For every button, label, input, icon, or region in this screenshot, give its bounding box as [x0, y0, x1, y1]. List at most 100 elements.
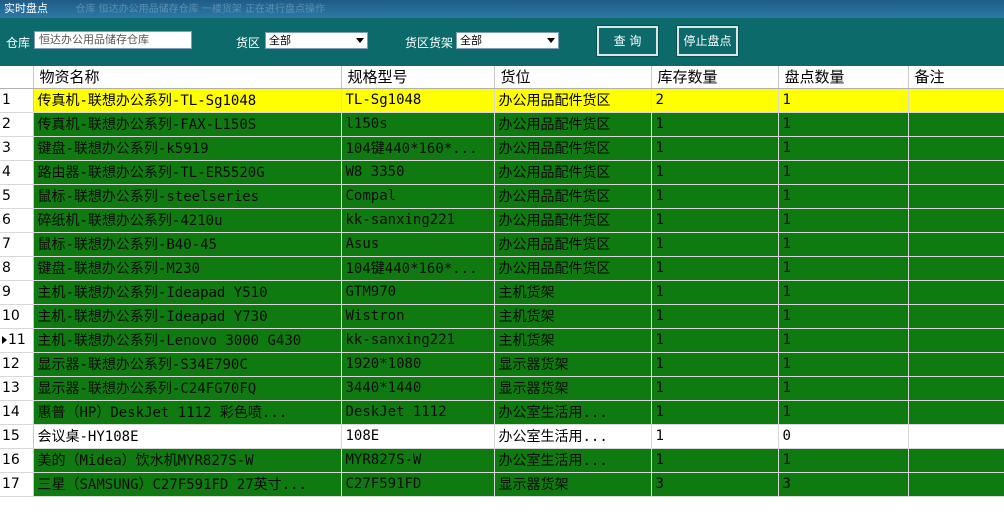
cell-location[interactable]: 办公用品配件货区 — [494, 160, 652, 185]
table-row[interactable]: 17 三星（SAMSUNG）C27F591FD 27英寸... C27F591FD 显… — [0, 472, 1004, 497]
cell-stock[interactable]: 1 — [651, 160, 779, 185]
cell-count[interactable]: 3 — [778, 472, 909, 497]
cell-stock[interactable]: 1 — [651, 208, 779, 233]
cell-spec[interactable]: Wistron — [341, 304, 495, 329]
row-number[interactable]: 2 — [0, 112, 34, 137]
cell-note[interactable] — [908, 472, 1004, 497]
cell-name[interactable]: 显示器-联想办公系列-C24FG70FQ — [33, 376, 342, 401]
stop-inventory-button[interactable]: 停止盘点 — [676, 25, 739, 57]
cell-note[interactable] — [908, 112, 1004, 137]
cell-stock[interactable]: 1 — [651, 280, 779, 305]
cell-count[interactable]: 1 — [778, 328, 909, 353]
cell-location[interactable]: 显示器货架 — [494, 472, 652, 497]
cell-stock[interactable]: 1 — [651, 328, 779, 353]
cell-name[interactable]: 传真机-联想办公系列-TL-Sg1048 — [33, 88, 342, 113]
cell-location[interactable]: 主机货架 — [494, 328, 652, 353]
cell-spec[interactable]: MYR827S-W — [341, 448, 495, 473]
cell-count[interactable]: 1 — [778, 112, 909, 137]
cell-count[interactable]: 1 — [778, 352, 909, 377]
cell-note[interactable] — [908, 280, 1004, 305]
table-row[interactable]: 3 键盘-联想办公系列-k5919 104键440*160*... 办公用品配件货区 1… — [0, 136, 1004, 161]
cell-spec[interactable]: kk-sanxing221 — [341, 208, 495, 233]
column-header-note[interactable]: 备注 — [908, 66, 1004, 89]
cell-note[interactable] — [908, 352, 1004, 377]
cell-spec[interactable]: C27F591FD — [341, 472, 495, 497]
row-number[interactable]: 16 — [0, 448, 34, 473]
query-button[interactable]: 查 询 — [596, 25, 659, 57]
cell-name[interactable]: 惠普（HP）DeskJet 1112 彩色喷... — [33, 400, 342, 425]
cell-note[interactable] — [908, 184, 1004, 209]
cell-name[interactable]: 主机-联想办公系列-Ideapad Y510 — [33, 280, 342, 305]
row-number[interactable]: 5 — [0, 184, 34, 209]
cell-name[interactable]: 主机-联想办公系列-Lenovo 3000 G430 — [33, 328, 342, 353]
cell-count[interactable]: 1 — [778, 136, 909, 161]
column-header-stock[interactable]: 库存数量 — [651, 66, 779, 89]
table-row[interactable]: 2 传真机-联想办公系列-FAX-L150S l150s 办公用品配件货区 1 1 — [0, 112, 1004, 137]
cell-name[interactable]: 会议桌-HY108E — [33, 424, 342, 449]
cell-name[interactable]: 碎纸机-联想办公系列-4210u — [33, 208, 342, 233]
row-number[interactable]: 7 — [0, 232, 34, 257]
cell-count[interactable]: 1 — [778, 184, 909, 209]
row-number[interactable]: 6 — [0, 208, 34, 233]
table-row[interactable]: 12 显示器-联想办公系列-S34E790C 1920*1080 显示器货架 1 1 — [0, 352, 1004, 377]
row-number[interactable]: 11 — [0, 328, 34, 353]
row-number[interactable]: 9 — [0, 280, 34, 305]
cell-stock[interactable]: 1 — [651, 232, 779, 257]
column-header-location[interactable]: 货位 — [494, 66, 652, 89]
cell-spec[interactable]: TL-Sg1048 — [341, 88, 495, 113]
cell-location[interactable]: 主机货架 — [494, 280, 652, 305]
cell-location[interactable]: 办公用品配件货区 — [494, 256, 652, 281]
cell-location[interactable]: 办公室生活用... — [494, 448, 652, 473]
cell-spec[interactable]: kk-sanxing221 — [341, 328, 495, 353]
cell-note[interactable] — [908, 136, 1004, 161]
cell-stock[interactable]: 1 — [651, 304, 779, 329]
cell-name[interactable]: 三星（SAMSUNG）C27F591FD 27英寸... — [33, 472, 342, 497]
cell-stock[interactable]: 1 — [651, 376, 779, 401]
cell-count[interactable]: 1 — [778, 208, 909, 233]
cell-note[interactable] — [908, 424, 1004, 449]
inventory-grid[interactable]: 物资名称 规格型号 货位 库存数量 盘点数量 备注 1 传真机-联想办公系列-TL… — [0, 66, 1004, 532]
cell-note[interactable] — [908, 208, 1004, 233]
cell-count[interactable]: 1 — [778, 88, 909, 113]
cell-spec[interactable]: 104键440*160*... — [341, 256, 495, 281]
cell-spec[interactable]: Compal — [341, 184, 495, 209]
table-row[interactable]: 7 鼠标-联想办公系列-B40-45 Asus 办公用品配件货区 1 1 — [0, 232, 1004, 257]
cell-location[interactable]: 办公室生活用... — [494, 400, 652, 425]
table-row[interactable]: 5 鼠标-联想办公系列-steelseries Compal 办公用品配件货区 1 1 — [0, 184, 1004, 209]
cell-note[interactable] — [908, 160, 1004, 185]
cell-stock[interactable]: 1 — [651, 424, 779, 449]
cell-count[interactable]: 1 — [778, 160, 909, 185]
row-number[interactable]: 15 — [0, 424, 34, 449]
row-number[interactable]: 17 — [0, 472, 34, 497]
row-number[interactable]: 4 — [0, 160, 34, 185]
cell-stock[interactable]: 1 — [651, 400, 779, 425]
cell-spec[interactable]: DeskJet 1112 — [341, 400, 495, 425]
cell-location[interactable]: 主机货架 — [494, 304, 652, 329]
table-row[interactable]: 11 主机-联想办公系列-Lenovo 3000 G430 kk-sanxing22… — [0, 328, 1004, 353]
row-number[interactable]: 1 — [0, 88, 34, 113]
cell-spec[interactable]: W8 3350 — [341, 160, 495, 185]
cell-stock[interactable]: 2 — [651, 88, 779, 113]
cell-spec[interactable]: 1920*1080 — [341, 352, 495, 377]
row-number[interactable]: 12 — [0, 352, 34, 377]
cell-spec[interactable]: l150s — [341, 112, 495, 137]
cell-stock[interactable]: 1 — [651, 136, 779, 161]
cell-note[interactable] — [908, 88, 1004, 113]
table-row[interactable]: 10 主机-联想办公系列-Ideapad Y730 Wistron 主机货架 1 1 — [0, 304, 1004, 329]
row-number[interactable]: 8 — [0, 256, 34, 281]
row-number[interactable]: 13 — [0, 376, 34, 401]
column-header-name[interactable]: 物资名称 — [33, 66, 342, 89]
cell-name[interactable]: 传真机-联想办公系列-FAX-L150S — [33, 112, 342, 137]
cell-stock[interactable]: 3 — [651, 472, 779, 497]
cell-stock[interactable]: 1 — [651, 256, 779, 281]
area-select[interactable]: 全部 — [265, 32, 368, 49]
cell-spec[interactable]: 108E — [341, 424, 495, 449]
cell-count[interactable]: 1 — [778, 448, 909, 473]
cell-spec[interactable]: Asus — [341, 232, 495, 257]
cell-stock[interactable]: 1 — [651, 448, 779, 473]
cell-count[interactable]: 1 — [778, 232, 909, 257]
cell-name[interactable]: 路由器-联想办公系列-TL-ER5520G — [33, 160, 342, 185]
table-row[interactable]: 9 主机-联想办公系列-Ideapad Y510 GTM970 主机货架 1 1 — [0, 280, 1004, 305]
cell-note[interactable] — [908, 376, 1004, 401]
cell-count[interactable]: 1 — [778, 280, 909, 305]
